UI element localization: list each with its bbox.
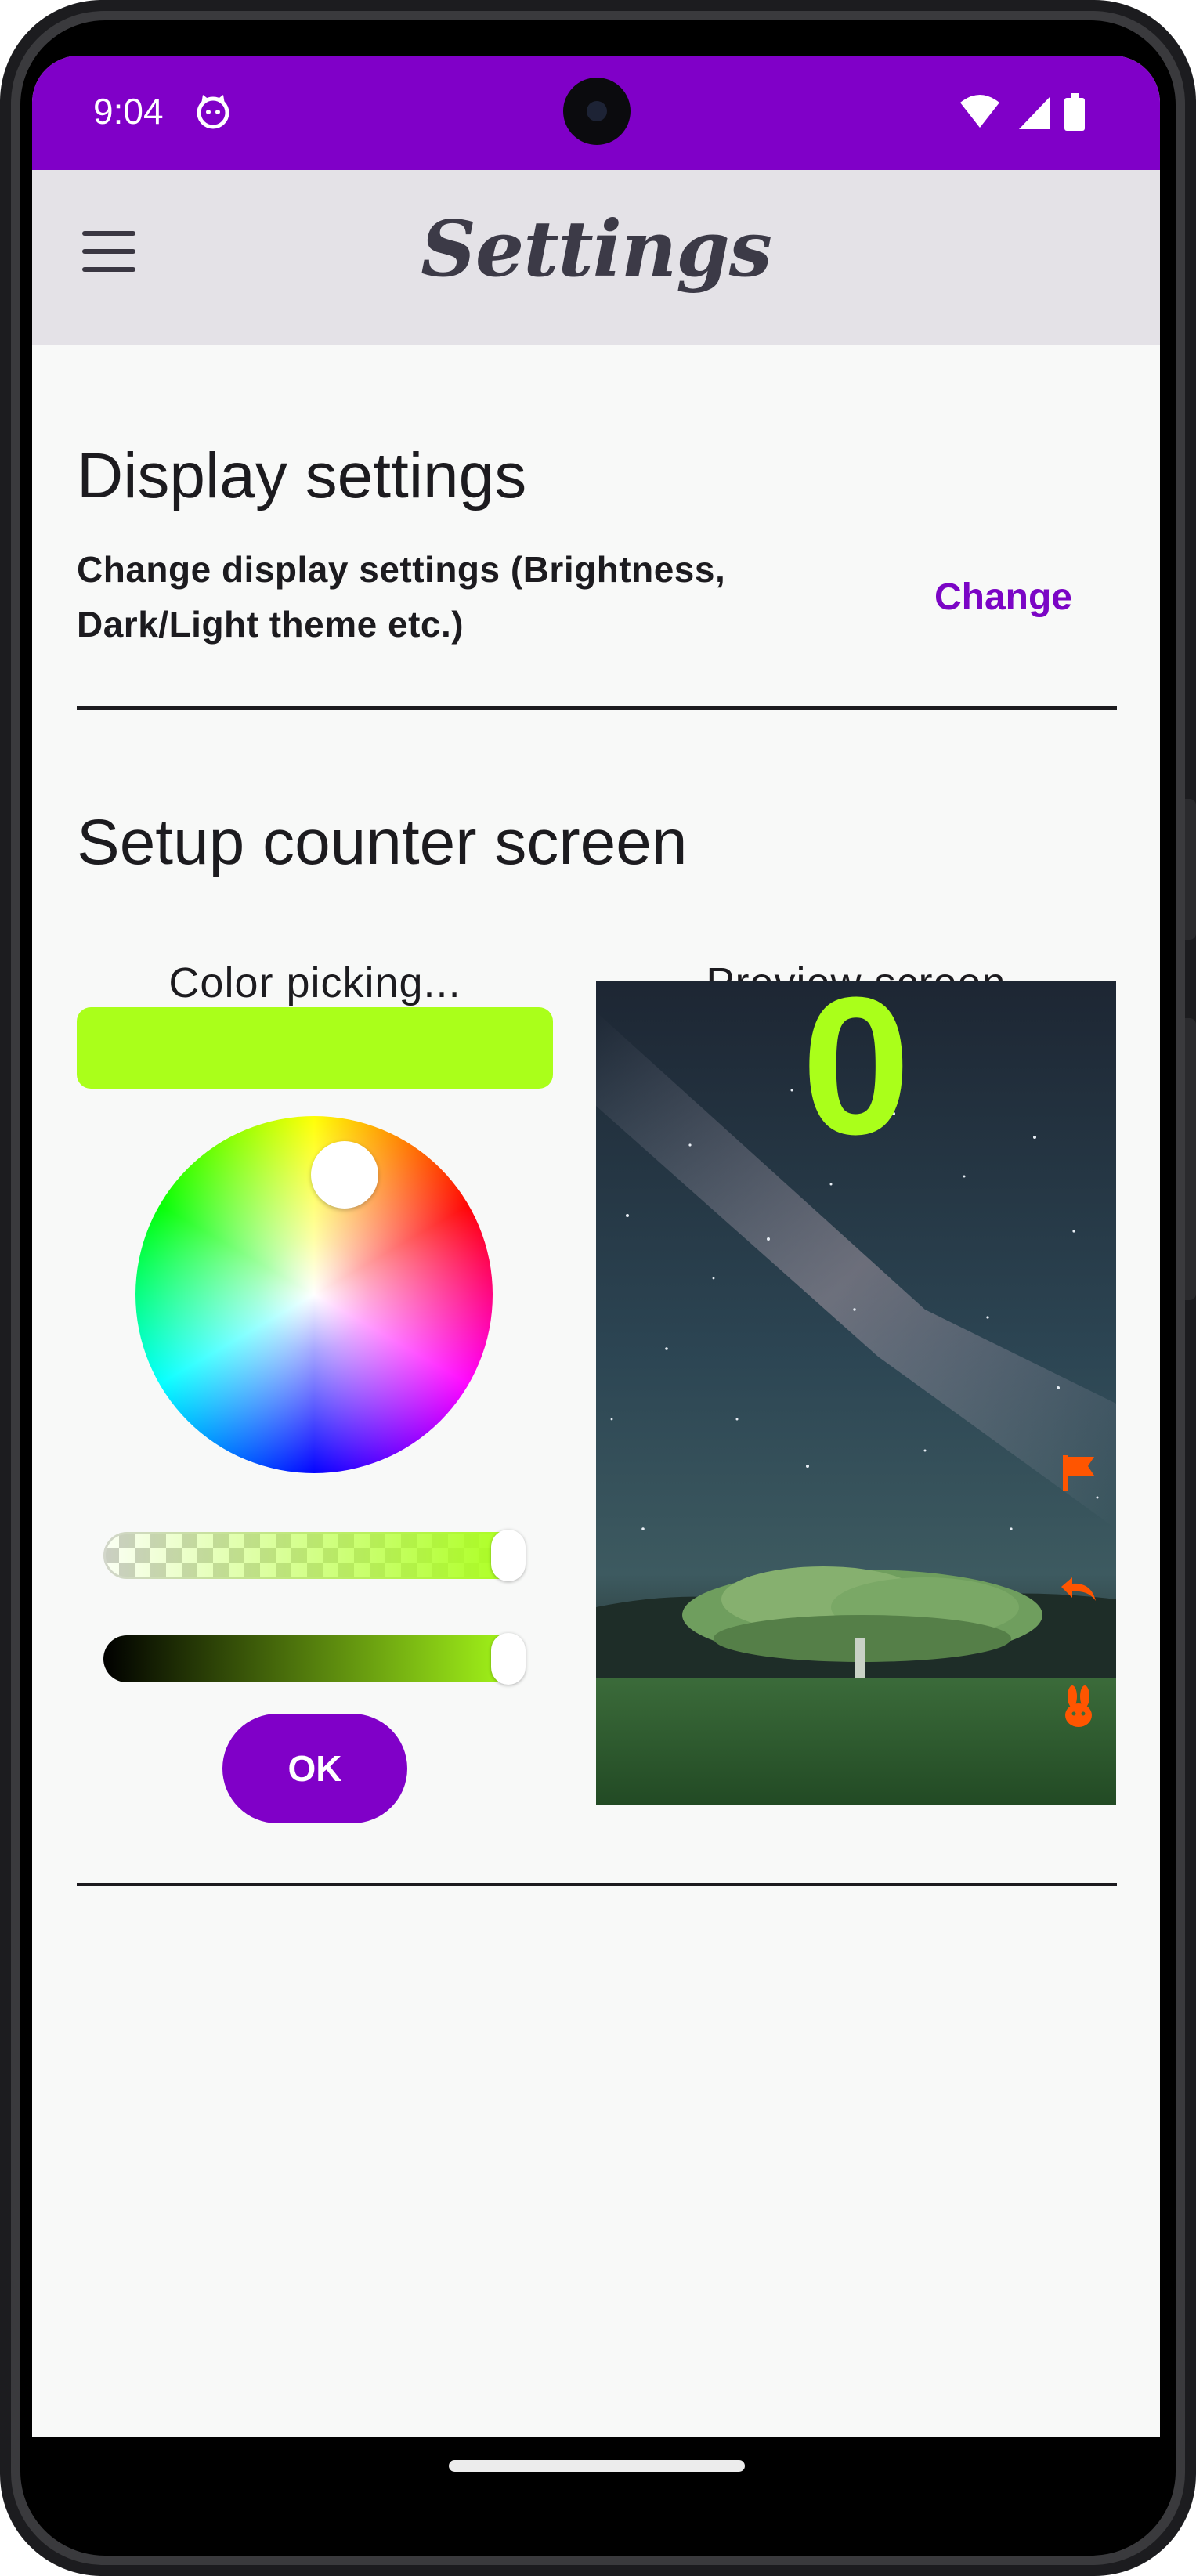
home-gesture-bar[interactable] <box>449 2460 745 2472</box>
wifi-icon <box>960 95 999 128</box>
rabbit-icon <box>1065 1685 1092 1727</box>
signal-icon <box>1019 96 1050 129</box>
page-title: Settings <box>421 204 772 294</box>
flag-icon <box>1063 1455 1094 1491</box>
change-display-button[interactable]: Change <box>909 566 1097 629</box>
divider-bottom <box>77 1883 1117 1886</box>
setup-counter-heading: Setup counter screen <box>77 807 688 878</box>
color-picking-label: Color picking... <box>168 959 461 1006</box>
volume-button <box>1185 1018 1196 1300</box>
status-bar: 9:04 <box>32 56 1160 170</box>
undo-icon <box>1061 1577 1096 1601</box>
divider-top <box>77 706 1117 710</box>
display-settings-heading: Display settings <box>77 440 527 511</box>
display-description-line-2: Dark/Light theme etc.) <box>77 604 464 645</box>
display-settings-description: Change display settings (Brightness, Dar… <box>77 542 844 652</box>
top-app-bar: Settings <box>32 170 1160 345</box>
status-time: 9:04 <box>93 91 164 132</box>
display-description-line-1: Change display settings (Brightness, <box>77 549 726 590</box>
color-wheel-handle[interactable] <box>311 1141 378 1209</box>
preview-screen: 0 <box>596 981 1116 1805</box>
power-button <box>1185 799 1196 940</box>
status-icons <box>960 93 1085 131</box>
preview-counter-value: 0 <box>801 981 911 1175</box>
brightness-slider-thumb[interactable] <box>491 1633 526 1685</box>
screen: 9:04 Settings Display settings Change di… <box>32 56 1160 2502</box>
front-camera <box>563 78 631 145</box>
alpha-slider[interactable] <box>103 1532 526 1579</box>
cat-face-icon <box>197 95 229 129</box>
selected-color-swatch <box>77 1007 553 1089</box>
brightness-slider[interactable] <box>103 1635 526 1682</box>
alpha-slider-thumb[interactable] <box>491 1530 526 1581</box>
ok-button[interactable]: OK <box>222 1714 407 1823</box>
battery-icon <box>1064 93 1085 131</box>
